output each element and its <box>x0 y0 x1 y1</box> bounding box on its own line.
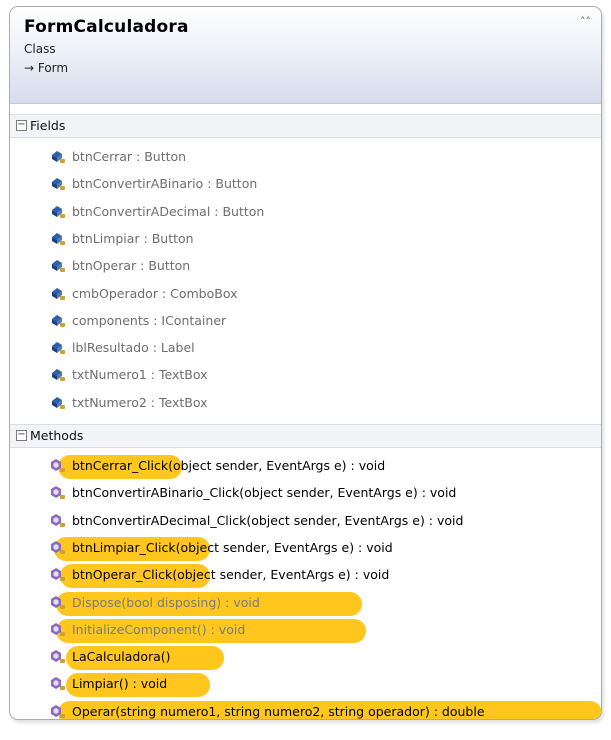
method-label: btnOperar_Click(object sender, EventArgs… <box>72 567 390 583</box>
collapse-chevron-icon[interactable]: ˄˄ <box>580 16 591 27</box>
method-row[interactable]: Operar(string numero1, string numero2, s… <box>10 699 601 719</box>
method-icon <box>50 621 65 636</box>
field-row[interactable]: btnLimpiar : Button <box>10 226 601 252</box>
field-label: btnCerrar : Button <box>72 149 187 164</box>
method-label: LaCalculadora() <box>72 649 171 665</box>
field-label: cmbOperador : ComboBox <box>72 285 238 301</box>
field-icon <box>50 312 65 327</box>
method-label: btnConvertirABinario_Click(object sender… <box>72 485 457 501</box>
fields-section-header[interactable]: − Fields <box>10 114 601 138</box>
field-icon <box>50 257 65 273</box>
method-row[interactable]: InitializeComponent() : void <box>10 617 601 643</box>
method-label: Limpiar() : void <box>72 676 168 692</box>
method-icon <box>50 539 65 554</box>
method-row[interactable]: btnCerrar_Click(object sender, EventArgs… <box>10 453 601 479</box>
class-name: FormCalculadora <box>24 17 189 37</box>
method-row[interactable]: btnConvertirADecimal_Click(object sender… <box>10 508 601 534</box>
method-label: btnLimpiar_Click(object sender, EventArg… <box>72 539 393 555</box>
method-icon <box>50 648 65 664</box>
fields-collapse-toggle[interactable]: − <box>16 120 27 131</box>
field-label: txtNumero1 : TextBox <box>72 367 208 383</box>
field-row[interactable]: components : IContainer <box>10 308 601 334</box>
class-diagram-box: FormCalculadora Class → Form ˄˄ − Fields… <box>9 6 602 720</box>
field-row[interactable]: cmbOperador : ComboBox <box>10 281 601 307</box>
methods-collapse-toggle[interactable]: − <box>16 430 27 441</box>
method-label: InitializeComponent() : void <box>72 621 246 637</box>
field-icon <box>50 175 65 191</box>
methods-section-header[interactable]: − Methods <box>10 424 601 448</box>
field-icon <box>50 230 65 245</box>
field-label: btnOperar : Button <box>72 258 191 274</box>
method-row[interactable]: LaCalculadora() <box>10 644 601 671</box>
method-icon <box>50 512 65 527</box>
field-row[interactable]: txtNumero2 : TextBox <box>10 390 601 416</box>
field-icon <box>50 285 65 300</box>
method-row[interactable]: Dispose(bool disposing) : void <box>10 590 601 616</box>
method-row[interactable]: Limpiar() : void <box>10 671 601 698</box>
method-icon <box>50 594 65 609</box>
field-icon <box>50 366 65 382</box>
field-label: btnConvertirADecimal : Button <box>72 203 265 219</box>
class-stereotype: Class <box>24 42 56 56</box>
field-row[interactable]: lblResultado : Label <box>10 335 601 361</box>
field-row[interactable]: txtNumero1 : TextBox <box>10 362 601 388</box>
field-label: btnConvertirABinario : Button <box>72 176 258 192</box>
method-row[interactable]: btnLimpiar_Click(object sender, EventArg… <box>10 535 601 561</box>
base-class: → Form <box>24 61 69 75</box>
method-label: btnCerrar_Click(object sender, EventArgs… <box>72 458 386 473</box>
method-icon <box>50 566 65 582</box>
field-row[interactable]: btnConvertirADecimal : Button <box>10 199 601 225</box>
field-icon <box>50 203 65 218</box>
field-icon <box>50 394 65 409</box>
method-icon <box>50 457 65 472</box>
method-icon <box>50 703 65 718</box>
method-label: btnConvertirADecimal_Click(object sender… <box>72 512 464 528</box>
field-row[interactable]: btnOperar : Button <box>10 253 601 279</box>
methods-section-label: Methods <box>30 428 84 443</box>
method-label: Dispose(bool disposing) : void <box>72 594 260 610</box>
field-row[interactable]: btnCerrar : Button <box>10 144 601 170</box>
field-label: txtNumero2 : TextBox <box>72 394 208 410</box>
field-label: btnLimpiar : Button <box>72 230 194 246</box>
field-icon <box>50 148 65 163</box>
fields-section-label: Fields <box>30 118 66 133</box>
method-label: Operar(string numero1, string numero2, s… <box>72 703 485 719</box>
field-label: lblResultado : Label <box>72 340 195 356</box>
method-row[interactable]: btnConvertirABinario_Click(object sender… <box>10 480 601 506</box>
field-icon <box>50 339 65 355</box>
field-label: components : IContainer <box>72 312 227 328</box>
method-icon <box>50 675 65 691</box>
method-row[interactable]: btnOperar_Click(object sender, EventArgs… <box>10 562 601 589</box>
method-icon <box>50 484 65 500</box>
field-row[interactable]: btnConvertirABinario : Button <box>10 171 601 197</box>
class-header: FormCalculadora Class → Form ˄˄ <box>10 7 601 104</box>
